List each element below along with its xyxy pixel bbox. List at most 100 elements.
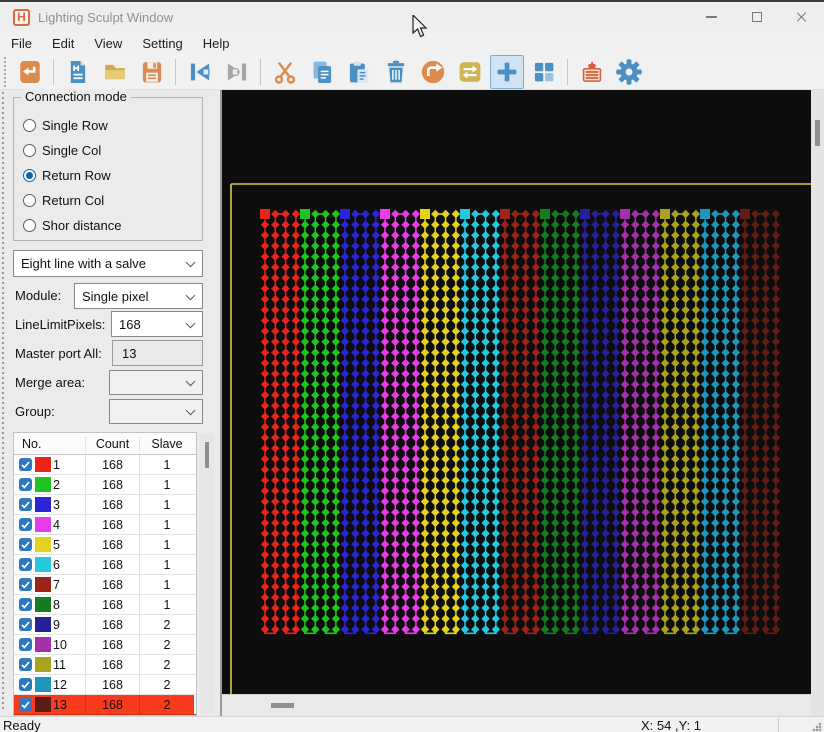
swap-button[interactable] bbox=[453, 55, 487, 89]
merge-area-combo[interactable] bbox=[109, 370, 203, 395]
table-row-port-5[interactable]: 51681 bbox=[14, 535, 196, 555]
port-checkbox[interactable] bbox=[19, 698, 32, 711]
port-checkbox[interactable] bbox=[19, 598, 32, 611]
table-row-port-6[interactable]: 61681 bbox=[14, 555, 196, 575]
table-row-port-12[interactable]: 121682 bbox=[14, 675, 196, 695]
port-9-strip bbox=[580, 209, 620, 634]
copy-button[interactable] bbox=[305, 55, 339, 89]
led-layout-drawing bbox=[222, 90, 811, 694]
table-row-port-11[interactable]: 111682 bbox=[14, 655, 196, 675]
check-icon bbox=[21, 561, 30, 569]
menu-view[interactable]: View bbox=[84, 34, 132, 53]
module-combo[interactable]: Single pixel bbox=[74, 283, 203, 309]
resize-grip-icon[interactable] bbox=[812, 722, 822, 732]
table-row-port-2[interactable]: 21681 bbox=[14, 475, 196, 495]
port-checkbox[interactable] bbox=[19, 558, 32, 571]
port-color-swatch bbox=[35, 457, 51, 472]
gear-icon bbox=[616, 59, 642, 85]
slave-cell: 1 bbox=[140, 555, 194, 574]
port-cell: 3 bbox=[14, 495, 86, 514]
master-port-field[interactable]: 13 bbox=[112, 340, 203, 366]
menu-setting[interactable]: Setting bbox=[132, 34, 192, 53]
column-header-no: No. bbox=[14, 437, 86, 451]
paste-button[interactable] bbox=[342, 55, 376, 89]
table-row-port-9[interactable]: 91682 bbox=[14, 615, 196, 635]
radio-return-col[interactable]: Return Col bbox=[23, 190, 104, 210]
table-row-port-8[interactable]: 81681 bbox=[14, 595, 196, 615]
port-cell: 12 bbox=[14, 675, 86, 694]
port-color-swatch bbox=[35, 477, 51, 492]
slave-cell: 1 bbox=[140, 475, 194, 494]
horizontal-scrollbar-thumb[interactable] bbox=[271, 703, 294, 708]
count-cell: 168 bbox=[86, 615, 140, 634]
port-checkbox[interactable] bbox=[19, 578, 32, 591]
table-row-port-10[interactable]: 101682 bbox=[14, 635, 196, 655]
pixel-canvas[interactable] bbox=[222, 90, 811, 716]
swap-icon bbox=[457, 59, 483, 85]
connection-mode-group: Connection mode Single RowSingle ColRetu… bbox=[13, 97, 203, 241]
crosshair-tool-button[interactable] bbox=[490, 55, 524, 89]
settings-button[interactable] bbox=[612, 55, 646, 89]
go-first-button[interactable] bbox=[183, 55, 217, 89]
panel-scrollbar-thumb[interactable] bbox=[205, 442, 209, 468]
table-row-port-13[interactable]: 131682 bbox=[14, 695, 196, 715]
port-color-swatch bbox=[35, 557, 51, 572]
tiles-tool-button[interactable] bbox=[527, 55, 561, 89]
table-row-port-1[interactable]: 11681 bbox=[14, 455, 196, 475]
wiring-combo[interactable]: Eight line with a salve bbox=[13, 250, 203, 277]
menu-file[interactable]: File bbox=[1, 34, 42, 53]
go-last-button[interactable] bbox=[220, 55, 254, 89]
port-color-swatch bbox=[35, 677, 51, 692]
table-row-port-3[interactable]: 31681 bbox=[14, 495, 196, 515]
status-separator bbox=[778, 718, 779, 732]
slave-cell: 2 bbox=[140, 695, 194, 714]
delete-button[interactable] bbox=[379, 55, 413, 89]
vertical-scrollbar-thumb[interactable] bbox=[815, 120, 820, 146]
radio-return-row[interactable]: Return Row bbox=[23, 165, 111, 185]
table-row-port-7[interactable]: 71681 bbox=[14, 575, 196, 595]
open-folder-icon bbox=[102, 59, 128, 85]
burn-button[interactable] bbox=[575, 55, 609, 89]
go-first-icon bbox=[187, 59, 213, 85]
port-checkbox[interactable] bbox=[19, 498, 32, 511]
save-button[interactable] bbox=[135, 55, 169, 89]
menu-help[interactable]: Help bbox=[193, 34, 240, 53]
port-color-swatch bbox=[35, 517, 51, 532]
new-file-button[interactable] bbox=[61, 55, 95, 89]
group-combo[interactable] bbox=[109, 399, 203, 424]
crosshair-icon bbox=[494, 59, 520, 85]
table-row-port-4[interactable]: 41681 bbox=[14, 515, 196, 535]
cut-button[interactable] bbox=[268, 55, 302, 89]
slave-cell: 1 bbox=[140, 575, 194, 594]
redo-button[interactable] bbox=[416, 55, 450, 89]
line-limit-combo[interactable]: 168 bbox=[111, 311, 203, 337]
port-cell: 1 bbox=[14, 455, 86, 474]
port-checkbox[interactable] bbox=[19, 518, 32, 531]
minimize-button[interactable] bbox=[689, 2, 734, 32]
maximize-button[interactable] bbox=[734, 2, 779, 32]
toolbar-grip[interactable] bbox=[3, 57, 7, 87]
port-checkbox[interactable] bbox=[19, 678, 32, 691]
open-button[interactable] bbox=[98, 55, 132, 89]
chevron-down-icon bbox=[186, 290, 196, 300]
port-checkbox[interactable] bbox=[19, 658, 32, 671]
panel-scrollbar[interactable] bbox=[200, 434, 214, 714]
port-checkbox[interactable] bbox=[19, 618, 32, 631]
radio-single-row[interactable]: Single Row bbox=[23, 115, 108, 135]
close-button[interactable] bbox=[779, 2, 824, 32]
port-checkbox[interactable] bbox=[19, 638, 32, 651]
exit-button[interactable] bbox=[13, 55, 47, 89]
port-checkbox[interactable] bbox=[19, 538, 32, 551]
port-number: 5 bbox=[53, 538, 60, 552]
canvas-horizontal-scrollbar[interactable] bbox=[222, 694, 811, 716]
port-checkbox[interactable] bbox=[19, 458, 32, 471]
chevron-down-icon bbox=[186, 406, 196, 416]
radio-shor-distance[interactable]: Shor distance bbox=[23, 215, 122, 235]
count-cell: 168 bbox=[86, 535, 140, 554]
port-checkbox[interactable] bbox=[19, 478, 32, 491]
panel-grip[interactable] bbox=[2, 92, 6, 712]
redo-icon bbox=[420, 59, 446, 85]
radio-single-col[interactable]: Single Col bbox=[23, 140, 101, 160]
canvas-vertical-scrollbar[interactable] bbox=[811, 90, 824, 716]
menu-edit[interactable]: Edit bbox=[42, 34, 84, 53]
